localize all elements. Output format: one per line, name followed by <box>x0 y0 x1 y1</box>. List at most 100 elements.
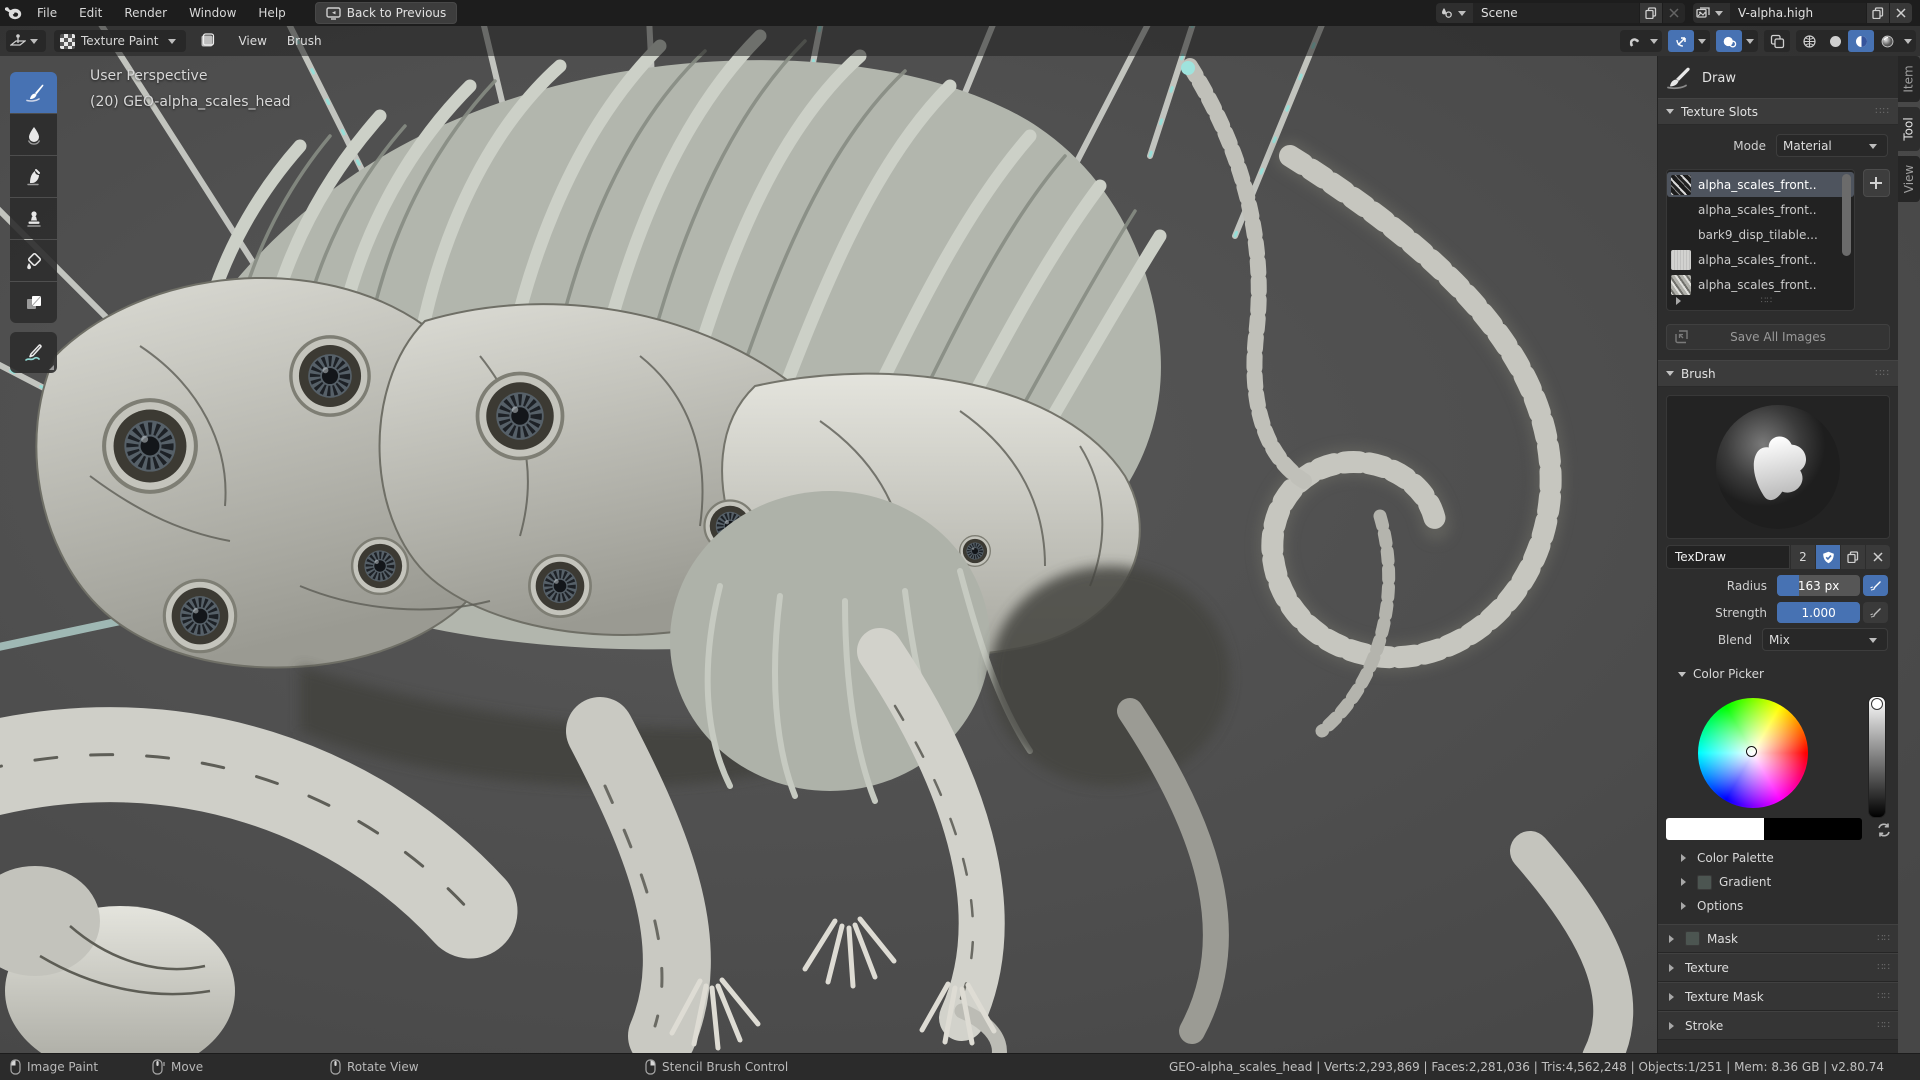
radius-slider[interactable]: 163 px <box>1777 575 1860 596</box>
radius-pressure-toggle[interactable] <box>1863 575 1888 596</box>
brush-menu[interactable]: Brush <box>277 30 332 52</box>
color-wheel-cursor[interactable] <box>1746 746 1757 757</box>
shading-rendered-button[interactable] <box>1874 30 1900 52</box>
tool-fill[interactable] <box>10 240 57 281</box>
view-layer-delete-button[interactable] <box>1890 3 1912 23</box>
value-slider[interactable] <box>1868 696 1886 818</box>
scene-name-field[interactable]: Scene <box>1473 3 1639 23</box>
strength-label: Strength <box>1658 606 1777 620</box>
save-all-images-button[interactable]: Save All Images <box>1666 324 1890 350</box>
brush-panel-header[interactable]: Brush <box>1658 360 1898 387</box>
tool-draw-brush[interactable] <box>10 72 57 113</box>
blender-logo-icon[interactable] <box>0 6 26 20</box>
tool-smear[interactable] <box>10 156 57 197</box>
mode-dropdown[interactable]: Texture Paint <box>54 30 186 52</box>
canvas-image-button[interactable] <box>194 30 220 52</box>
foreground-color-swatch[interactable] <box>1666 818 1764 840</box>
snap-magnet-button[interactable] <box>1620 30 1646 52</box>
panel-grip-icon[interactable] <box>1877 933 1890 944</box>
shading-rendered-icon <box>1880 34 1895 49</box>
panel-grip-icon[interactable] <box>1877 1020 1890 1031</box>
brush-user-count-button[interactable]: 2 <box>1791 545 1815 569</box>
texture-slots-mode-select[interactable]: Material <box>1776 134 1888 157</box>
close-icon <box>1669 8 1679 18</box>
tool-soften[interactable] <box>10 114 57 155</box>
browse-scene-button[interactable] <box>1436 3 1473 23</box>
collapsed-triangle-icon <box>1669 935 1678 943</box>
brush-preview[interactable] <box>1666 395 1890 539</box>
fake-user-toggle[interactable] <box>1816 545 1840 569</box>
tool-annotate[interactable] <box>10 332 57 373</box>
texture-slot-row[interactable]: alpha_scales_front.. <box>1667 247 1854 272</box>
view-menu[interactable]: View <box>228 30 276 52</box>
background-color-swatch[interactable] <box>1764 818 1862 840</box>
menu-help[interactable]: Help <box>247 0 296 26</box>
strength-slider[interactable]: 1.000 <box>1777 602 1860 623</box>
mask-panel-header[interactable]: Mask <box>1658 924 1898 953</box>
texture-slot-row[interactable]: alpha_scales_front.. <box>1667 172 1854 197</box>
chevron-down-icon[interactable] <box>1698 39 1706 48</box>
scene-duplicate-button[interactable] <box>1640 3 1662 23</box>
blend-mode-select[interactable]: Mix <box>1762 628 1888 651</box>
texture-slot-row[interactable]: alpha_scales_front.. <box>1667 197 1854 222</box>
menu-render[interactable]: Render <box>113 0 178 26</box>
back-to-previous-button[interactable]: Back to Previous <box>315 2 458 24</box>
texture-slot-name: alpha_scales_front.. <box>1698 203 1817 217</box>
viewport-3d-scene[interactable] <box>0 26 1920 1054</box>
list-scrollbar[interactable] <box>1842 174 1851 256</box>
color-palette-subpanel[interactable]: Color Palette <box>1658 846 1898 870</box>
gradient-checkbox[interactable] <box>1697 875 1712 890</box>
back-to-previous-label: Back to Previous <box>347 6 447 20</box>
browse-view-layer-button[interactable] <box>1693 3 1730 23</box>
editor-type-dropdown[interactable] <box>6 30 46 52</box>
tool-mask[interactable] <box>10 282 57 323</box>
value-slider-handle[interactable] <box>1871 698 1883 710</box>
tab-view[interactable]: View <box>1898 156 1920 202</box>
tool-clone[interactable] <box>10 198 57 239</box>
texture-mask-panel-header[interactable]: Texture Mask <box>1658 982 1898 1011</box>
view-layer-name-field[interactable]: V-alpha.high <box>1730 3 1866 23</box>
texture-panel-header[interactable]: Texture <box>1658 953 1898 982</box>
radius-row: Radius 163 px <box>1658 575 1888 596</box>
mask-icon <box>24 293 44 313</box>
texture-slot-row[interactable]: bark9_disp_tilable... <box>1667 222 1854 247</box>
chevron-down-icon[interactable] <box>1904 39 1912 48</box>
menu-window[interactable]: Window <box>178 0 247 26</box>
chevron-down-icon <box>168 39 176 48</box>
xray-toggle[interactable] <box>1764 30 1790 52</box>
menu-file[interactable]: File <box>26 0 68 26</box>
color-picker-header[interactable]: Color Picker <box>1658 662 1898 686</box>
panel-grip-icon[interactable] <box>1875 368 1890 379</box>
panel-grip-icon[interactable] <box>1875 106 1890 117</box>
show-gizmo-toggle[interactable] <box>1668 30 1694 52</box>
tab-tool[interactable]: Tool <box>1898 107 1920 151</box>
add-texture-slot-button[interactable] <box>1863 169 1890 197</box>
list-filter-expand-icon[interactable] <box>1676 297 1685 305</box>
gradient-subpanel[interactable]: Gradient <box>1658 870 1898 894</box>
shading-solid-icon <box>1828 34 1843 49</box>
shading-wireframe-button[interactable] <box>1796 30 1822 52</box>
view-layer-duplicate-button[interactable] <box>1867 3 1889 23</box>
brush-unlink-button[interactable] <box>1866 545 1890 569</box>
active-tool-header: Draw <box>1658 56 1898 98</box>
brush-duplicate-button[interactable] <box>1841 545 1865 569</box>
shading-solid-button[interactable] <box>1822 30 1848 52</box>
scene-delete-button[interactable] <box>1663 3 1685 23</box>
show-overlays-toggle[interactable] <box>1716 30 1742 52</box>
mask-checkbox[interactable] <box>1685 931 1700 946</box>
chevron-down-icon[interactable] <box>1650 39 1658 48</box>
list-resize-grip[interactable] <box>1761 296 1772 306</box>
stroke-panel-header[interactable]: Stroke <box>1658 1011 1898 1040</box>
shading-material-button[interactable] <box>1848 30 1874 52</box>
chevron-down-icon[interactable] <box>1746 39 1754 48</box>
texture-slots-panel-header[interactable]: Texture Slots <box>1658 98 1898 125</box>
panel-grip-icon[interactable] <box>1877 962 1890 973</box>
swap-colors-button[interactable] <box>1876 822 1892 838</box>
options-subpanel[interactable]: Options <box>1658 894 1898 918</box>
brush-name-field[interactable]: TexDraw <box>1666 545 1790 569</box>
menu-edit[interactable]: Edit <box>68 0 113 26</box>
strength-pressure-toggle[interactable] <box>1863 602 1888 623</box>
color-swatches <box>1666 818 1862 840</box>
panel-grip-icon[interactable] <box>1877 991 1890 1002</box>
tab-item[interactable]: Item <box>1898 56 1920 102</box>
